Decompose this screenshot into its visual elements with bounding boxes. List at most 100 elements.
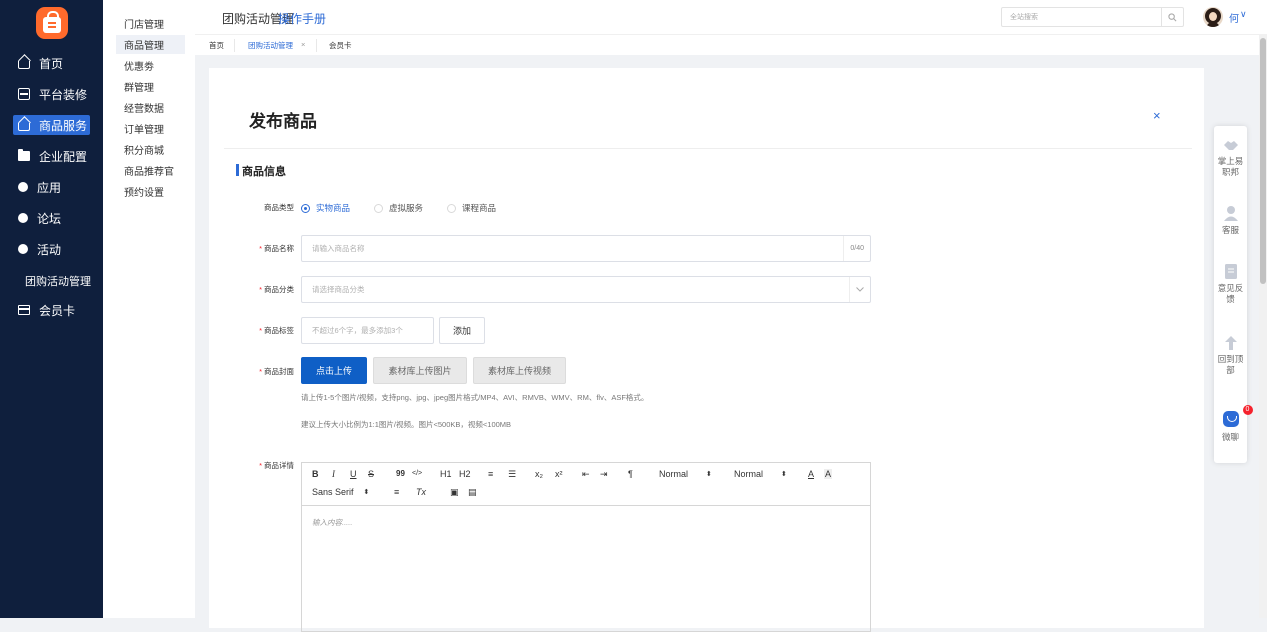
text-direction-button[interactable]: ¶ bbox=[628, 469, 633, 479]
sidebar-item-home[interactable]: 首页 bbox=[0, 53, 103, 73]
add-tag-button[interactable]: 添加 bbox=[439, 317, 485, 344]
product-category-label: * 商品分类 bbox=[259, 285, 294, 294]
product-tag-label: * 商品标签 bbox=[259, 326, 294, 335]
sidebar-item-label: 首页 bbox=[39, 56, 64, 71]
submenu-item-booking-settings[interactable]: 预约设置 bbox=[116, 182, 185, 201]
sidebar-item-label: 商品服务 bbox=[39, 118, 88, 133]
tab-close-icon[interactable]: × bbox=[301, 40, 305, 49]
radio-physical-product[interactable]: 实物商品 bbox=[301, 202, 350, 214]
radio-icon bbox=[374, 203, 383, 213]
background-color-button[interactable]: A bbox=[824, 469, 833, 479]
sidebar-item-apps[interactable]: 应用 bbox=[0, 177, 103, 197]
product-category-select[interactable] bbox=[301, 276, 871, 303]
sidebar-item-label: 会员卡 bbox=[39, 303, 76, 318]
editor-content[interactable]: 输入内容..... bbox=[312, 517, 352, 528]
blockquote-button[interactable]: 99 bbox=[396, 469, 405, 478]
sidebar-item-membership-card[interactable]: 会员卡 bbox=[0, 300, 103, 320]
tab-home[interactable]: 首页 bbox=[209, 40, 224, 51]
size-select[interactable]: Normal ⬍ bbox=[659, 469, 712, 479]
library-image-upload-button[interactable]: 素材库上传图片 bbox=[373, 357, 467, 384]
underline-button[interactable]: U bbox=[350, 469, 357, 479]
indent-button[interactable]: ⇥ bbox=[600, 469, 608, 480]
chevron-down-icon[interactable] bbox=[849, 277, 870, 302]
app-logo[interactable] bbox=[36, 7, 68, 39]
superscript-button[interactable]: x² bbox=[555, 469, 563, 479]
secondary-menu: 门店管理 商品管理 优惠劵 群管理 经营数据 订单管理 积分商城 商品推荐官 预… bbox=[103, 0, 195, 618]
subscript-button[interactable]: x₂ bbox=[535, 469, 543, 479]
username[interactable]: 何 bbox=[1229, 10, 1239, 25]
submenu-item-coupons[interactable]: 优惠劵 bbox=[116, 56, 185, 75]
library-video-upload-button[interactable]: 素材库上传视频 bbox=[473, 357, 566, 384]
sidebar-item-product-service[interactable]: 商品服务 bbox=[13, 115, 90, 135]
outdent-button[interactable]: ⇤ bbox=[582, 469, 590, 480]
italic-button[interactable]: I bbox=[332, 469, 335, 479]
code-block-button[interactable]: </> bbox=[412, 470, 422, 477]
scrollbar-thumb[interactable] bbox=[1260, 38, 1266, 284]
submenu-item-points-mall[interactable]: 积分商城 bbox=[116, 140, 185, 159]
sidebar-item-label: 平台装修 bbox=[39, 87, 88, 102]
header-select[interactable]: Normal ⬍ bbox=[734, 469, 787, 479]
close-icon[interactable]: × bbox=[1153, 108, 1161, 123]
product-tag-input[interactable] bbox=[302, 318, 432, 343]
tab-bar: 首页 团购活动管理 × 会员卡 bbox=[195, 34, 1267, 55]
sidebar-subitem-group-buy[interactable]: 团购活动管理 bbox=[0, 273, 103, 289]
product-cover-label: * 商品封面 bbox=[259, 367, 294, 376]
product-name-input[interactable] bbox=[302, 236, 832, 261]
ordered-list-button[interactable]: ≡ bbox=[488, 469, 493, 479]
category-input[interactable] bbox=[302, 277, 842, 302]
heading2-button[interactable]: H2 bbox=[459, 469, 471, 479]
video-icon[interactable]: ▤ bbox=[468, 487, 477, 498]
store-icon bbox=[18, 88, 30, 100]
clean-format-button[interactable]: Tx bbox=[416, 487, 426, 497]
font-select[interactable]: Sans Serif ⬍ bbox=[312, 487, 369, 497]
feedback-icon bbox=[1224, 264, 1237, 279]
submenu-item-groups[interactable]: 群管理 bbox=[116, 77, 185, 96]
heading1-button[interactable]: H1 bbox=[440, 469, 452, 479]
radio-virtual-service[interactable]: 虚拟服务 bbox=[374, 202, 423, 214]
tab-divider bbox=[316, 39, 317, 52]
tab-group-buy[interactable]: 团购活动管理 bbox=[248, 40, 293, 51]
search-input[interactable] bbox=[1002, 8, 1162, 27]
submenu-item-orders[interactable]: 订单管理 bbox=[116, 119, 185, 138]
avatar[interactable] bbox=[1203, 7, 1223, 27]
submenu-item-recommender[interactable]: 商品推荐官 bbox=[116, 161, 185, 180]
bullet-list-button[interactable]: ☰ bbox=[508, 469, 516, 480]
rich-text-editor: B I U S 99 </> H1 H2 ≡ ☰ x₂ x² ⇤ ⇥ ¶ Nor… bbox=[301, 462, 871, 632]
tab-membership-card[interactable]: 会员卡 bbox=[329, 40, 352, 51]
chevron-down-icon[interactable]: ∨ bbox=[1240, 9, 1247, 20]
manual-link[interactable]: 操作手册 bbox=[278, 10, 326, 27]
submenu-item-store[interactable]: 门店管理 bbox=[116, 14, 185, 33]
radio-course-product[interactable]: 课程商品 bbox=[447, 202, 496, 214]
app-icon bbox=[18, 182, 28, 192]
publish-product-card: 发布商品 × 商品信息 商品类型 实物商品 虚拟服务 课程商品 *商品名称 0/… bbox=[209, 68, 1204, 632]
mobile-app-link[interactable]: 掌上易职邦 bbox=[1214, 140, 1247, 178]
search-icon[interactable] bbox=[1161, 8, 1183, 26]
micro-chat[interactable]: 0 微聊 bbox=[1214, 405, 1253, 443]
floating-toolbar: 掌上易职邦 客服 意见反馈 回到顶部 0 微聊 bbox=[1214, 126, 1253, 463]
font-color-button[interactable]: A bbox=[808, 469, 814, 479]
unread-badge: 0 bbox=[1242, 405, 1253, 415]
sidebar-item-platform-decoration[interactable]: 平台装修 bbox=[0, 84, 103, 104]
sidebar-item-forum[interactable]: 论坛 bbox=[0, 208, 103, 228]
top-header: 团购活动管理 操作手册 何 ∨ bbox=[195, 0, 1267, 34]
sidebar-item-enterprise-config[interactable]: 企业配置 bbox=[0, 146, 103, 166]
submenu-item-products[interactable]: 商品管理 bbox=[116, 35, 185, 54]
sidebar-item-label: 应用 bbox=[37, 180, 62, 195]
sidebar-item-label: 论坛 bbox=[37, 211, 62, 226]
sidebar-item-activity[interactable]: 活动 bbox=[0, 239, 103, 259]
card-icon bbox=[18, 305, 30, 315]
align-button[interactable]: ≡ bbox=[394, 487, 399, 497]
feedback[interactable]: 意见反馈 bbox=[1214, 264, 1247, 305]
strike-button[interactable]: S bbox=[368, 469, 374, 479]
divider bbox=[224, 148, 1192, 149]
cover-size-hint: 建议上传大小比例为1:1图片/视频。图片<500KB，视频<100MB bbox=[301, 420, 512, 429]
customer-service[interactable]: 客服 bbox=[1214, 205, 1247, 236]
editor-toolbar: B I U S 99 </> H1 H2 ≡ ☰ x₂ x² ⇤ ⇥ ¶ Nor… bbox=[302, 463, 870, 506]
back-to-top[interactable]: 回到顶部 bbox=[1214, 336, 1247, 376]
submenu-item-business-data[interactable]: 经营数据 bbox=[116, 98, 185, 117]
image-icon[interactable]: ▣ bbox=[450, 487, 459, 498]
bold-button[interactable]: B bbox=[312, 469, 319, 479]
chat-icon: 0 bbox=[1222, 405, 1253, 427]
radio-icon bbox=[447, 203, 456, 213]
upload-button[interactable]: 点击上传 bbox=[301, 357, 367, 384]
